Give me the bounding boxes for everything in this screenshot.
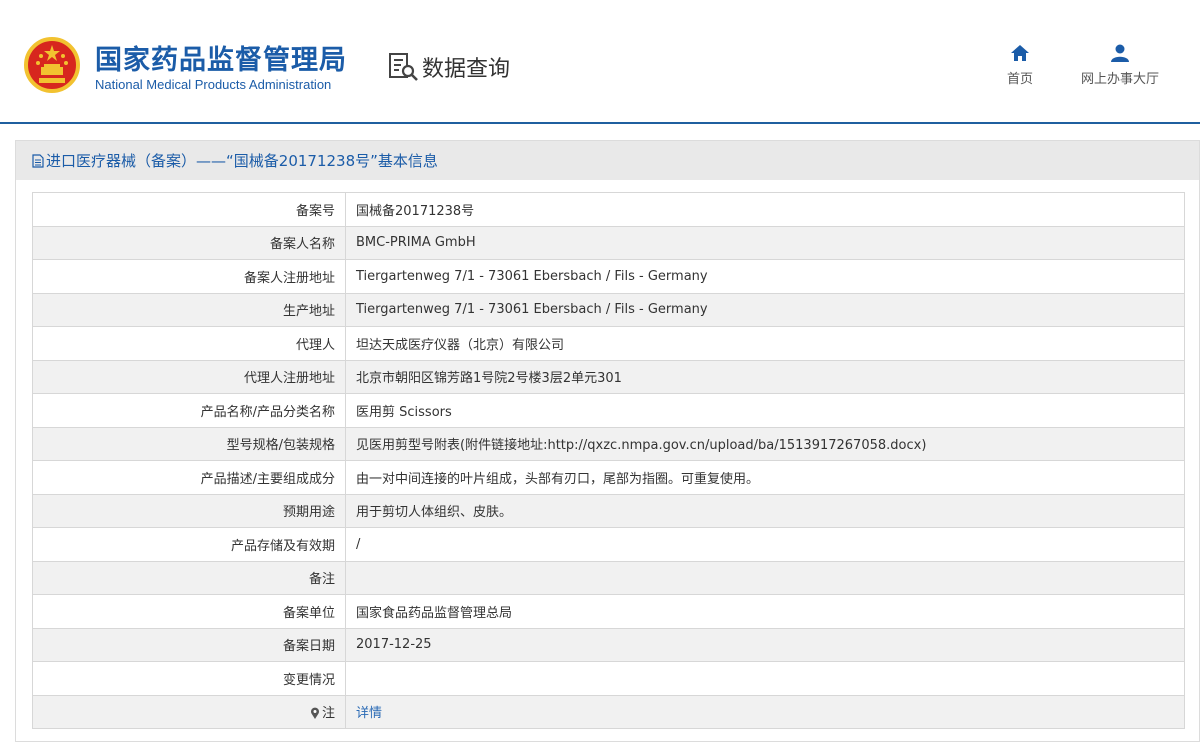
panel-title: 进口医疗器械（备案）——“国械备20171238号”基本信息	[46, 152, 438, 170]
pin-icon	[310, 707, 319, 720]
row-value: 医用剪 Scissors	[345, 393, 1185, 428]
site-header: 国家药品监督管理局 National Medical Products Admi…	[0, 0, 1200, 124]
row-value: 国械备20171238号	[345, 192, 1185, 227]
table-row: 注 详情	[32, 694, 1185, 729]
row-value	[345, 661, 1185, 696]
user-icon	[1111, 44, 1129, 62]
row-label: 备注	[32, 560, 346, 595]
table-row: 代理人 坦达天成医疗仪器（北京）有限公司	[32, 326, 1185, 361]
note-label: 注	[321, 706, 335, 722]
table-row: 备注	[32, 560, 1185, 595]
site-title: 国家药品监督管理局	[95, 45, 347, 76]
row-value: 国家食品药品监督管理总局	[345, 594, 1185, 629]
table-row: 产品名称/产品分类名称 医用剪 Scissors	[32, 393, 1185, 428]
row-label: 备案号	[32, 192, 346, 227]
data-query-label: 数据查询	[422, 57, 511, 82]
info-panel: 进口医疗器械（备案）——“国械备20171238号”基本信息 备案号 国械备201…	[15, 140, 1200, 742]
row-value: 用于剪切人体组织、皮肤。	[345, 493, 1185, 528]
table-row: 代理人注册地址 北京市朝阳区锦芳路1号院2号楼3层2单元301	[32, 359, 1185, 394]
nav-online-hall-label: 网上办事大厅	[1080, 72, 1159, 87]
row-label: 代理人	[32, 326, 346, 361]
row-label: 变更情况	[32, 661, 346, 696]
table-row: 变更情况	[32, 661, 1185, 696]
table-row: 产品存储及有效期 /	[32, 527, 1185, 562]
row-label: 备案单位	[32, 594, 346, 629]
row-value: 坦达天成医疗仪器（北京）有限公司	[345, 326, 1185, 361]
record-table: 备案号 国械备20171238号 备案人名称 BMC-PRIMA GmbH 备案人注…	[32, 192, 1185, 729]
row-value: Tiergartenweg 7/1 - 73061 Ebersbach / Fi…	[345, 259, 1185, 294]
row-label: 预期用途	[32, 493, 346, 528]
table-row: 备案号 国械备20171238号	[32, 192, 1185, 227]
data-query-heading: 数据查询	[388, 52, 510, 82]
document-icon	[32, 153, 44, 168]
row-label: 型号规格/包装规格	[32, 426, 346, 461]
row-label: 产品名称/产品分类名称	[32, 393, 346, 428]
row-label: 备案日期	[32, 627, 346, 662]
note-label-cell: 注	[32, 694, 346, 729]
row-value: Tiergartenweg 7/1 - 73061 Ebersbach / Fi…	[345, 292, 1185, 327]
site-subtitle: National Medical Products Administration	[95, 77, 332, 92]
table-row: 备案日期 2017-12-25	[32, 627, 1185, 662]
table-row: 预期用途 用于剪切人体组织、皮肤。	[32, 493, 1185, 528]
row-label: 备案人注册地址	[32, 259, 346, 294]
table-row: 备案人注册地址 Tiergartenweg 7/1 - 73061 Ebersba…	[32, 259, 1185, 294]
table-row: 备案单位 国家食品药品监督管理总局	[32, 594, 1185, 629]
row-value: BMC-PRIMA GmbH	[345, 225, 1185, 260]
row-label: 代理人注册地址	[32, 359, 346, 394]
row-label: 生产地址	[32, 292, 346, 327]
nav-home-label: 首页	[1006, 72, 1033, 87]
table-row: 备案人名称 BMC-PRIMA GmbH	[32, 225, 1185, 260]
row-label: 产品存储及有效期	[32, 527, 346, 562]
nav-online-hall[interactable]: 网上办事大厅	[1070, 44, 1170, 87]
details-link[interactable]: 详情	[356, 706, 382, 721]
national-emblem-icon	[24, 37, 80, 93]
row-value: 见医用剪型号附表(附件链接地址:http://qxzc.nmpa.gov.cn/…	[345, 426, 1185, 461]
row-label: 备案人名称	[32, 225, 346, 260]
row-value: /	[345, 527, 1185, 562]
panel-title-bar: 进口医疗器械（备案）——“国械备20171238号”基本信息	[16, 141, 1199, 180]
table-row: 生产地址 Tiergartenweg 7/1 - 73061 Ebersbach …	[32, 292, 1185, 327]
table-row: 型号规格/包装规格 见医用剪型号附表(附件链接地址:http://qxzc.nmp…	[32, 426, 1185, 461]
row-value: 2017-12-25	[345, 627, 1185, 662]
row-label: 产品描述/主要组成成分	[32, 460, 346, 495]
home-icon	[1011, 45, 1029, 61]
nav-home[interactable]: 首页	[1000, 44, 1040, 87]
row-value: 由一对中间连接的叶片组成，头部有刃口，尾部为指圈。可重复使用。	[345, 460, 1185, 495]
table-row: 产品描述/主要组成成分 由一对中间连接的叶片组成，头部有刃口，尾部为指圈。可重复使…	[32, 460, 1185, 495]
row-value: 北京市朝阳区锦芳路1号院2号楼3层2单元301	[345, 359, 1185, 394]
row-value	[345, 560, 1185, 595]
data-query-icon	[389, 53, 418, 81]
note-value: 详情	[345, 694, 1185, 729]
